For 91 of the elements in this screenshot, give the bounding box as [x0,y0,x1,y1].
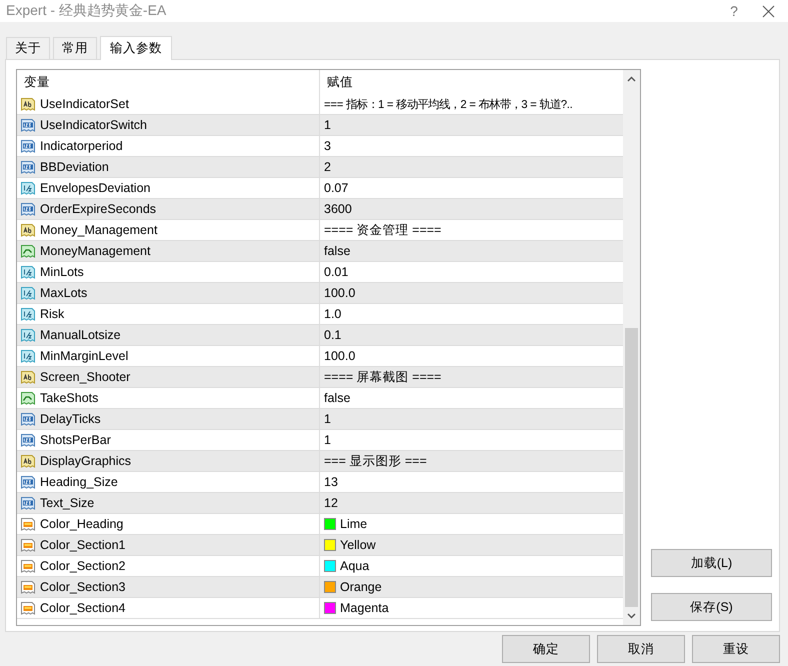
tab[interactable]: 关于 [6,37,50,59]
parameter-value[interactable]: ==== 屏幕截图 ==== [324,368,442,386]
parameter-value[interactable]: 0.1 [324,328,342,342]
side-button[interactable]: 加载(L) [651,549,772,577]
color-type-icon [20,558,36,574]
parameter-value[interactable]: 100.0 [324,286,356,300]
parameter-value[interactable]: 0.01 [324,265,348,279]
parameter-name: ManualLotsize [40,328,121,342]
integer-type-icon [20,432,36,448]
decimal-type-icon [20,286,36,300]
parameter-name: EnvelopesDeviation [40,181,150,195]
color-type-icon [20,580,36,594]
parameter-name: Money_Management [40,223,158,237]
parameter-name: Color_Heading [40,517,124,531]
parameter-value[interactable]: === 指标：1 = 移动平均线，2 = 布林带，3 = 轨道?.. [324,96,573,112]
integer-type-icon [20,138,36,154]
column-header[interactable]: 赋值 [327,74,353,90]
parameter-value[interactable]: 0.07 [324,181,348,195]
scroll-up-icon[interactable] [627,76,636,82]
parameter-value[interactable]: ==== 资金管理 ==== [324,222,442,238]
tab[interactable]: 常用 [53,37,97,59]
decimal-type-icon [20,306,36,322]
scrollbar[interactable] [623,70,640,625]
parameter-value[interactable]: === 显示图形 === [324,452,427,470]
parameter-name: UseIndicatorSet [40,97,129,111]
parameter-name: BBDeviation [40,160,109,174]
integer-type-icon [20,160,36,174]
parameter-name: MinLots [40,265,84,279]
parameter-name: TakeShots [40,391,98,405]
parameter-value[interactable]: 1 [324,412,331,426]
parameter-name: MaxLots [40,286,88,300]
parameter-value[interactable]: 1 [324,118,331,132]
color-type-icon [20,538,36,552]
dialog-button[interactable]: 确定 [502,635,590,663]
parameter-value[interactable]: 13 [324,475,338,489]
column-header[interactable]: 变量 [24,74,50,90]
decimal-type-icon [20,180,36,196]
text-type-icon [20,370,36,384]
parameter-value[interactable]: 1 [324,433,331,447]
dialog-button[interactable]: 重设 [692,635,780,663]
window-title: Expert - 经典趋势黄金-EA [6,2,168,20]
decimal-type-icon [20,348,36,364]
parameter-value[interactable]: Orange [340,580,382,594]
close-icon[interactable] [762,4,775,18]
parameter-name: DisplayGraphics [40,454,132,468]
parameter-value[interactable]: 3 [324,139,331,153]
parameter-name: ShotsPerBar [40,433,111,447]
toggle-type-icon [20,244,36,258]
parameter-value[interactable]: Aqua [340,559,370,573]
parameter-name: Color_Section2 [40,559,126,573]
parameter-value[interactable]: 12 [324,496,338,510]
parameter-name: Risk [40,307,64,321]
text-type-icon [20,222,36,238]
parameter-name: Color_Section1 [40,538,126,552]
parameter-name: UseIndicatorSwitch [40,118,147,132]
parameter-name: Color_Section4 [40,601,126,615]
parameter-value[interactable]: 100.0 [324,349,356,363]
parameter-name: Color_Section3 [40,580,126,594]
text-type-icon [20,96,36,112]
decimal-type-icon [20,264,36,280]
parameter-name: MoneyManagement [40,244,150,258]
parameter-value[interactable]: false [324,244,350,258]
integer-type-icon [20,496,36,510]
parameter-value[interactable]: 3600 [324,202,352,216]
parameter-name: Indicatorperiod [40,139,123,153]
help-button[interactable]: ? [724,3,744,19]
dialog-button[interactable]: 取消 [597,635,685,663]
parameter-name: MinMarginLevel [40,349,128,363]
parameter-value[interactable]: 1.0 [324,307,342,321]
parameter-name: Heading_Size [40,475,118,489]
scroll-down-icon[interactable] [627,613,636,619]
color-type-icon [20,516,36,532]
integer-type-icon [20,412,36,426]
tab[interactable]: 输入参数 [100,36,172,60]
text-type-icon [20,454,36,468]
parameter-value[interactable]: Lime [340,517,368,531]
integer-type-icon [20,118,36,132]
side-button[interactable]: 保存(S) [651,593,772,621]
parameter-name: Screen_Shooter [40,370,130,384]
parameter-value[interactable]: false [324,391,350,405]
toggle-type-icon [20,390,36,406]
parameter-name: DelayTicks [40,412,101,426]
color-type-icon [20,600,36,616]
parameter-value[interactable]: Yellow [340,538,376,552]
parameter-name: Text_Size [40,496,94,510]
parameter-name: OrderExpireSeconds [40,202,156,216]
parameter-value[interactable]: Magenta [340,601,389,615]
parameter-value[interactable]: 2 [324,160,331,174]
decimal-type-icon [20,328,36,342]
integer-type-icon [20,202,36,216]
integer-type-icon [20,474,36,490]
